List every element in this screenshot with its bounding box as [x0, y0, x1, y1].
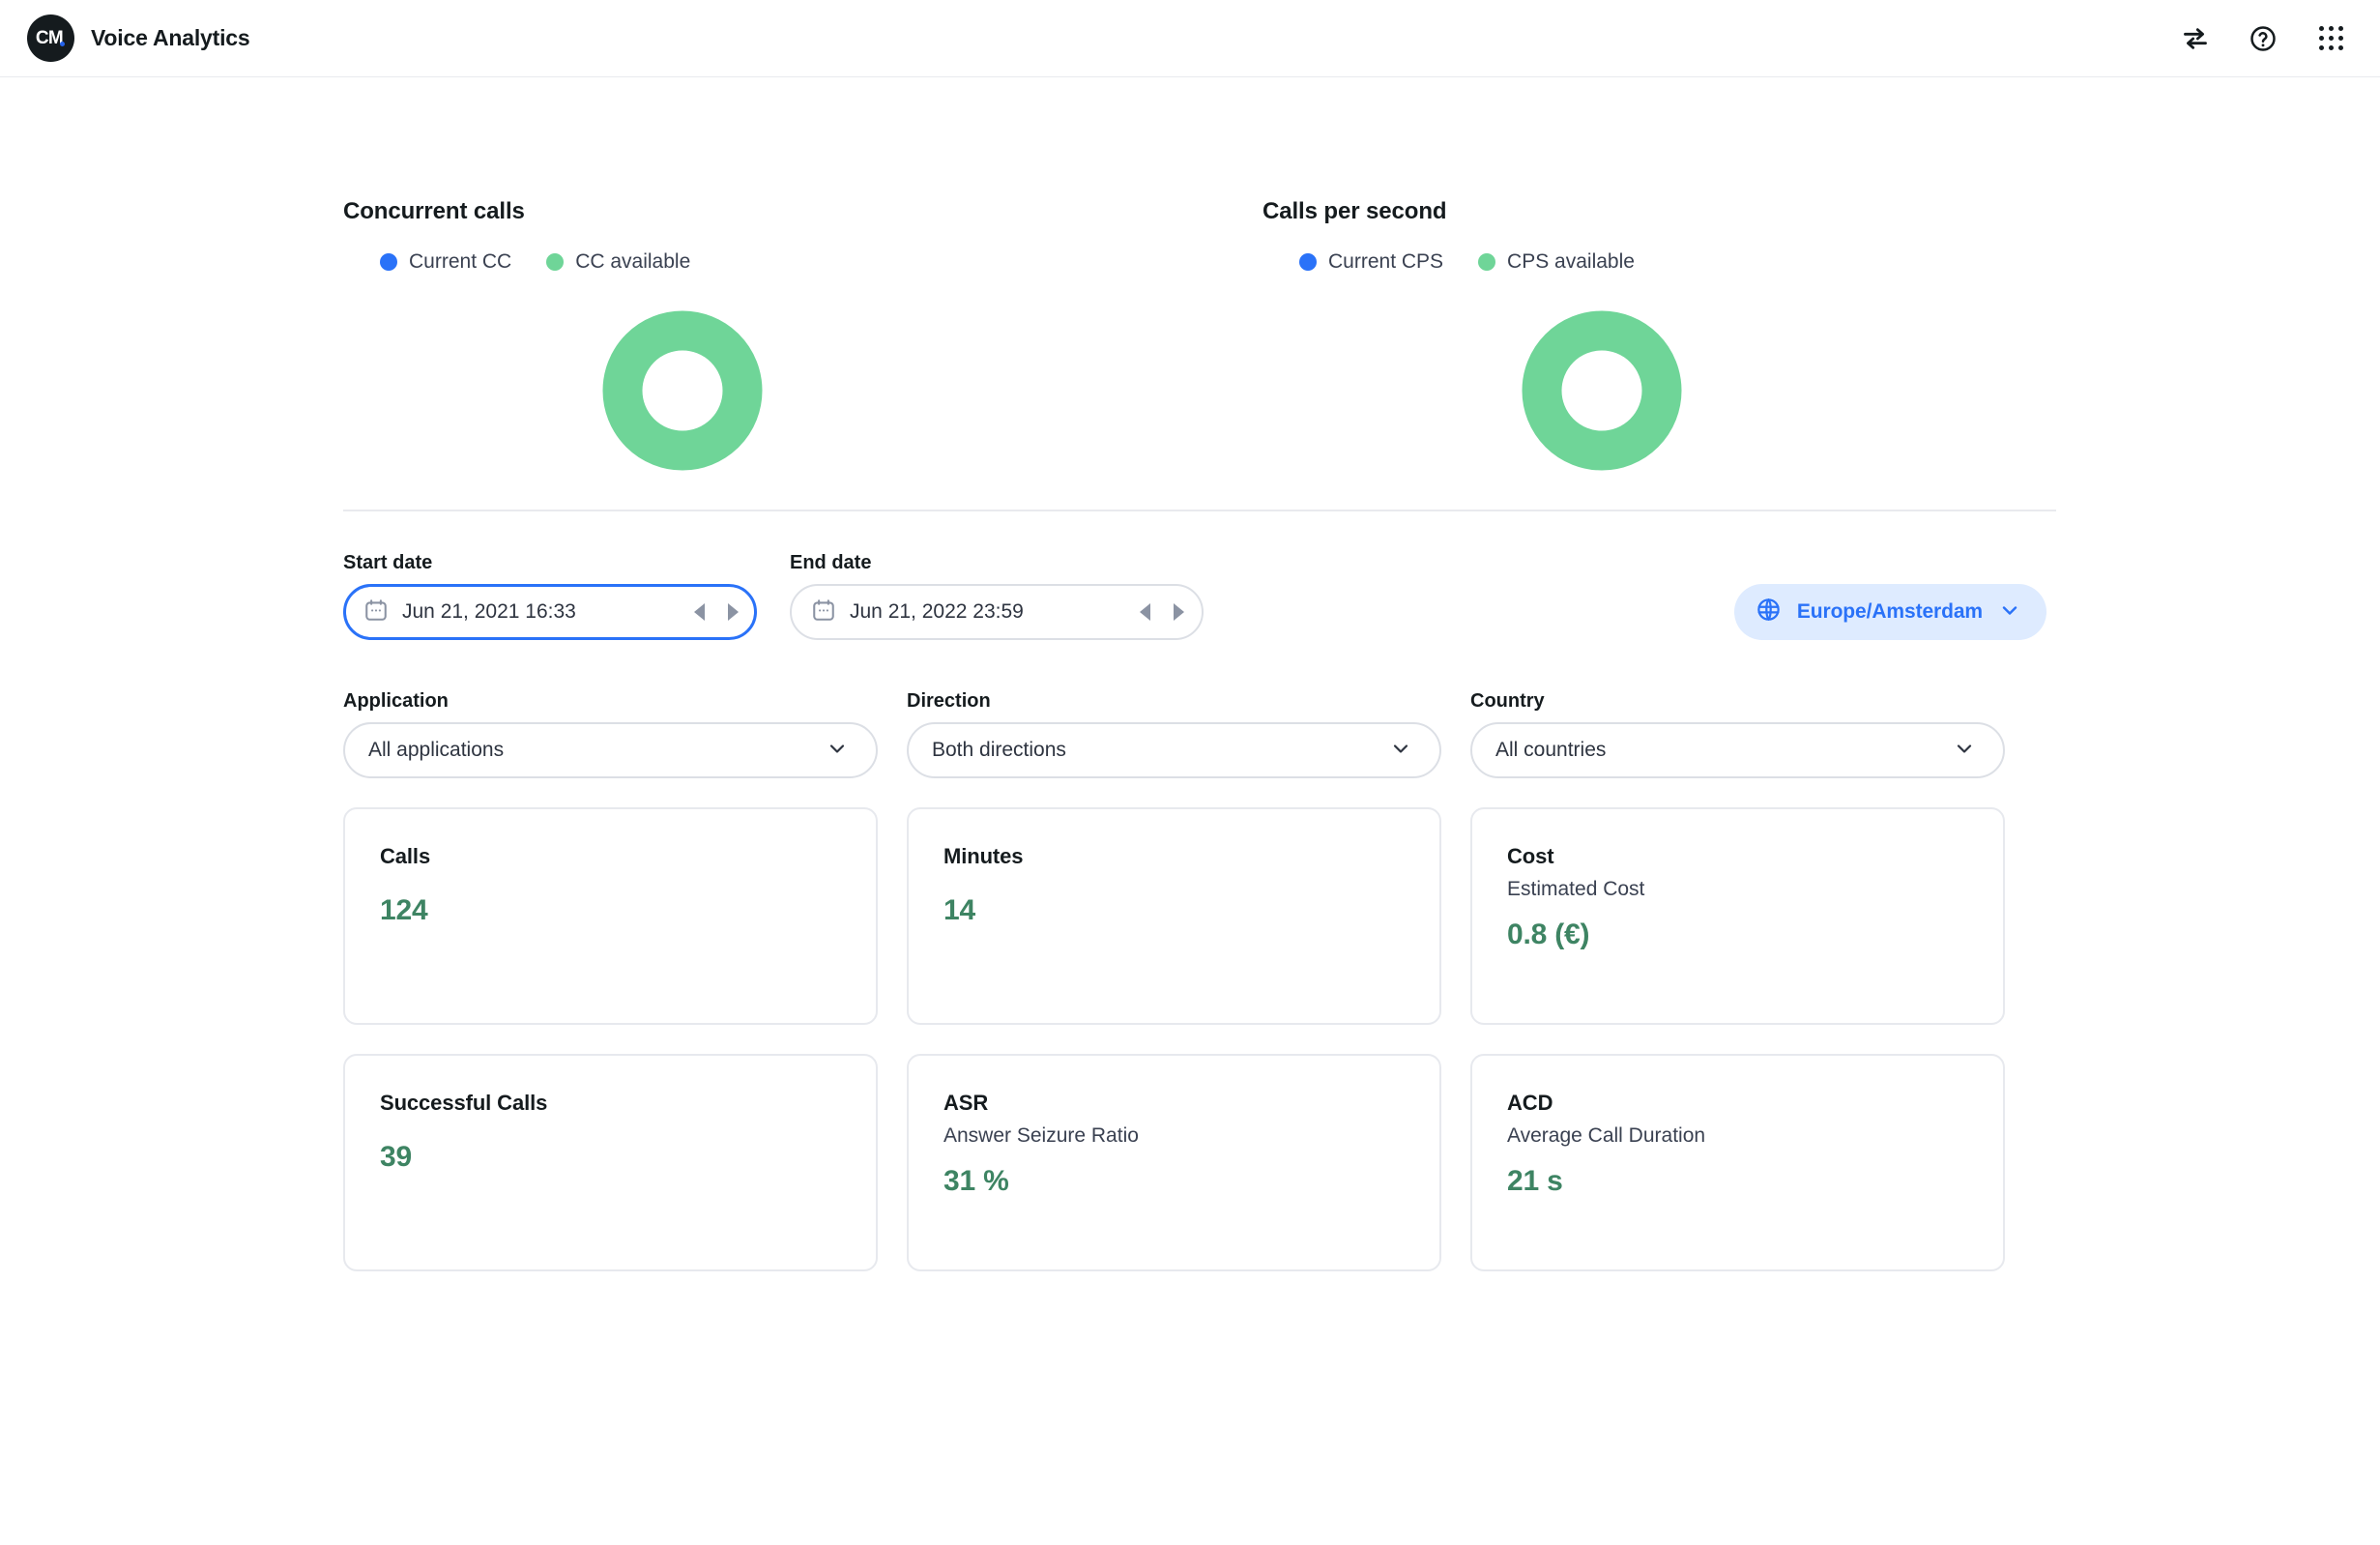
country-select[interactable]: All countries [1470, 722, 2005, 778]
end-date-value: Jun 21, 2022 23:59 [850, 600, 1024, 623]
donut-svg [1522, 310, 1681, 471]
stat-card-title: ACD [1507, 1091, 1553, 1115]
direction-select[interactable]: Both directions [907, 722, 1441, 778]
stat-card-title: Calls [380, 844, 431, 868]
donut-chart-calls-per-second [1263, 310, 2046, 471]
app-header: CM Voice Analytics [0, 0, 2380, 77]
end-date-prev-button[interactable] [1140, 603, 1150, 621]
cm-logo-text: CM [35, 28, 64, 48]
end-date-input[interactable]: Jun 21, 2022 23:59 [790, 584, 1204, 640]
legend-label: Current CPS [1328, 250, 1444, 273]
start-date-field: Start date Jun 21, 2021 16:33 [343, 552, 757, 640]
stat-card-title: Minutes [943, 844, 1024, 868]
chevron-down-icon [1389, 737, 1412, 765]
country-label: Country [1470, 690, 1545, 712]
end-date-field: End date Jun 21, 2022 23:59 [790, 552, 1204, 640]
filter-direction: Direction Both directions [907, 690, 1441, 778]
header-actions [2181, 24, 2353, 53]
help-circle-icon[interactable] [2249, 24, 2278, 53]
legend-item-cps-available[interactable]: CPS available [1478, 250, 1635, 274]
brand: CM Voice Analytics [27, 15, 250, 62]
stat-card-value: 14 [943, 894, 975, 926]
country-value: All countries [1495, 739, 1607, 761]
stat-card-subtitle: Average Call Duration [1507, 1124, 1706, 1147]
gauge-legend: Current CC CC available [343, 250, 1127, 274]
application-select[interactable]: All applications [343, 722, 878, 778]
cm-logo-dot-icon [60, 42, 65, 46]
gauge-title: Concurrent calls [343, 198, 525, 224]
filters-row: Application All applications Direction B… [334, 690, 2046, 778]
legend-label: Current CC [409, 250, 512, 273]
content-container: Concurrent calls Current CC CC available [334, 77, 2056, 1271]
donut-chart-concurrent-calls [343, 310, 1127, 471]
stat-card-title: Successful Calls [380, 1091, 548, 1115]
start-date-prev-button[interactable] [694, 603, 705, 621]
transfer-arrows-icon[interactable] [2181, 24, 2210, 53]
app-grid-icon[interactable] [2316, 24, 2345, 53]
legend-item-current-cps[interactable]: Current CPS [1299, 250, 1443, 274]
legend-label: CC available [575, 250, 691, 273]
legend-item-cc-available[interactable]: CC available [546, 250, 690, 274]
date-range-row: Start date Jun 21, 2021 16:33 End date J… [334, 552, 2046, 640]
start-date-label: Start date [343, 552, 433, 573]
end-date-next-button[interactable] [1174, 603, 1184, 621]
chevron-down-icon [826, 737, 849, 765]
timezone-value: Europe/Amsterdam [1796, 600, 1983, 623]
donut-svg [602, 310, 762, 471]
filter-application: Application All applications [343, 690, 878, 778]
legend-dot-icon [380, 253, 397, 271]
application-label: Application [343, 690, 449, 712]
page-title: Voice Analytics [91, 25, 250, 50]
direction-value: Both directions [932, 739, 1066, 761]
legend-label: CPS available [1507, 250, 1635, 273]
calendar-icon [363, 598, 389, 627]
stat-card-minutes: Minutes 14 [907, 807, 1441, 1025]
globe-icon [1756, 597, 1782, 627]
stat-cards-grid: Calls 124 Minutes 14 Cost Estimated Cost… [334, 807, 2046, 1271]
stat-card-value: 0.8 (€) [1507, 918, 1590, 950]
stat-card-cost: Cost Estimated Cost 0.8 (€) [1470, 807, 2005, 1025]
start-date-input[interactable]: Jun 21, 2021 16:33 [343, 584, 757, 640]
gauge-calls-per-second: Calls per second Current CPS CPS availab… [1263, 198, 2046, 471]
stat-card-value: 21 s [1507, 1165, 1563, 1197]
stat-card-calls: Calls 124 [343, 807, 878, 1025]
start-date-steppers [694, 603, 739, 621]
app-grid-dots [2318, 26, 2343, 50]
stat-card-value: 39 [380, 1141, 412, 1173]
stat-card-title: Cost [1507, 844, 1554, 868]
gauge-concurrent-calls: Concurrent calls Current CC CC available [343, 198, 1127, 471]
legend-dot-icon [1299, 253, 1317, 271]
stat-card-asr: ASR Answer Seizure Ratio 31 % [907, 1054, 1441, 1271]
stat-card-successful-calls: Successful Calls 39 [343, 1054, 878, 1271]
gauge-legend: Current CPS CPS available [1263, 250, 2046, 274]
end-date-label: End date [790, 552, 872, 573]
application-value: All applications [368, 739, 505, 761]
legend-dot-icon [546, 253, 565, 271]
stat-card-value: 124 [380, 894, 428, 926]
gauges-section: Concurrent calls Current CC CC available [334, 198, 2046, 471]
stat-card-acd: ACD Average Call Duration 21 s [1470, 1054, 2005, 1271]
stat-card-subtitle: Answer Seizure Ratio [943, 1124, 1139, 1147]
legend-dot-icon [1478, 253, 1496, 271]
timezone-selector[interactable]: Europe/Amsterdam [1733, 584, 2046, 640]
end-date-steppers [1140, 603, 1184, 621]
chevron-down-icon [1998, 598, 2021, 627]
page-body: Concurrent calls Current CC CC available [0, 77, 2380, 1271]
filter-country: Country All countries [1470, 690, 2005, 778]
cm-logo-icon: CM [27, 15, 74, 62]
calendar-icon [811, 598, 836, 627]
gauge-title: Calls per second [1263, 198, 1447, 224]
start-date-next-button[interactable] [728, 603, 739, 621]
section-divider [343, 510, 2056, 511]
stat-card-title: ASR [943, 1091, 989, 1115]
chevron-down-icon [1953, 737, 1976, 765]
stat-card-subtitle: Estimated Cost [1507, 878, 1645, 900]
direction-label: Direction [907, 690, 991, 712]
start-date-value: Jun 21, 2021 16:33 [402, 600, 576, 623]
legend-item-current-cc[interactable]: Current CC [380, 250, 511, 274]
stat-card-value: 31 % [943, 1165, 1009, 1197]
